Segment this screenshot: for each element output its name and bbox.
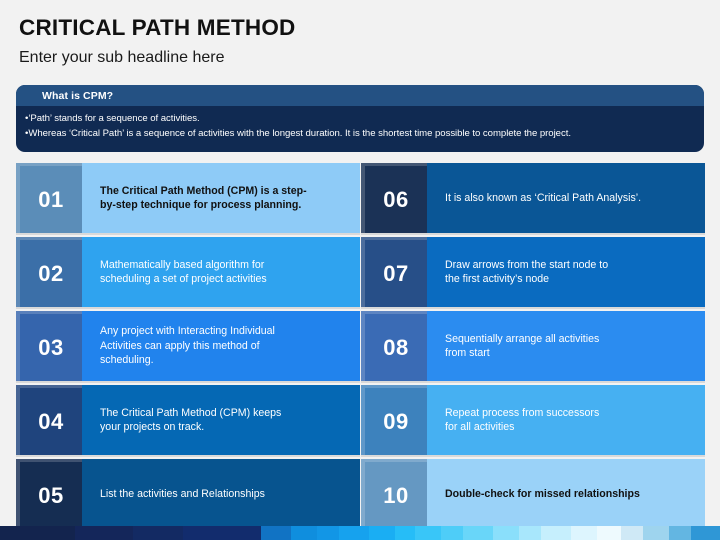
bottom-bar-segment-5 — [261, 526, 291, 540]
page-title: CRITICAL PATH METHOD — [19, 15, 296, 40]
step-number-badge: 01 — [16, 163, 82, 233]
step-number-badge: 10 — [361, 459, 427, 529]
banner-bullet-1: ‘Path’ stands for a sequence of activiti… — [25, 112, 694, 127]
steps-column-left: 01 The Critical Path Method (CPM) is a s… — [16, 163, 360, 529]
step-text: List the activities and Relationships — [82, 459, 360, 529]
bottom-bar-segment-12 — [441, 526, 463, 540]
step-number-badge: 05 — [16, 459, 82, 529]
step-card[interactable]: 06 It is also known as ‘Critical Path An… — [361, 163, 705, 233]
banner-body: ‘Path’ stands for a sequence of activiti… — [16, 106, 704, 141]
bottom-bar-segment-3 — [133, 526, 183, 540]
bottom-bar-segment-4 — [183, 526, 261, 540]
step-text: Draw arrows from the start node to the fi… — [427, 237, 705, 307]
bottom-bar-segment-6 — [291, 526, 317, 540]
step-text: Double-check for missed relationships — [427, 459, 705, 529]
what-is-cpm-banner: What is CPM? ‘Path’ stands for a sequenc… — [16, 85, 704, 152]
bottom-bar-segment-1 — [0, 526, 75, 540]
bottom-decorative-bar — [0, 526, 720, 540]
bottom-bar-segment-20 — [643, 526, 669, 540]
step-number-badge: 07 — [361, 237, 427, 307]
step-card[interactable]: 01 The Critical Path Method (CPM) is a s… — [16, 163, 360, 233]
step-number-badge: 08 — [361, 311, 427, 381]
step-text: Repeat process from successors for all ac… — [427, 385, 705, 455]
banner-heading-label: What is CPM? — [42, 89, 114, 102]
bottom-bar-segment-19 — [621, 526, 643, 540]
step-text: Sequentially arrange all activities from … — [427, 311, 705, 381]
bottom-bar-segment-2 — [75, 526, 133, 540]
bottom-bar-segment-9 — [369, 526, 395, 540]
steps-column-right: 06 It is also known as ‘Critical Path An… — [361, 163, 705, 529]
step-card[interactable]: 04 The Critical Path Method (CPM) keeps y… — [16, 385, 360, 455]
bottom-bar-segment-21 — [669, 526, 691, 540]
bottom-bar-segment-17 — [571, 526, 597, 540]
bottom-bar-segment-8 — [339, 526, 369, 540]
step-number-badge: 02 — [16, 237, 82, 307]
step-number-badge: 03 — [16, 311, 82, 381]
step-card[interactable]: 09 Repeat process from successors for all… — [361, 385, 705, 455]
banner-bullet-2: Whereas ‘Critical Path’ is a sequence of… — [25, 127, 694, 142]
step-card[interactable]: 10 Double-check for missed relationships — [361, 459, 705, 529]
step-text: Any project with Interacting Individual A… — [82, 311, 360, 381]
step-card[interactable]: 07 Draw arrows from the start node to the… — [361, 237, 705, 307]
page-subtitle: Enter your sub headline here — [19, 49, 225, 66]
step-card[interactable]: 08 Sequentially arrange all activities fr… — [361, 311, 705, 381]
bottom-bar-segment-7 — [317, 526, 339, 540]
bottom-bar-segment-13 — [463, 526, 493, 540]
bottom-bar-segment-22 — [691, 526, 720, 540]
banner-header: What is CPM? — [16, 85, 704, 106]
bottom-bar-segment-18 — [597, 526, 621, 540]
bottom-bar-segment-14 — [493, 526, 519, 540]
bottom-bar-segment-10 — [395, 526, 415, 540]
bottom-bar-segment-11 — [415, 526, 441, 540]
bottom-bar-segment-15 — [519, 526, 541, 540]
step-text: The Critical Path Method (CPM) keeps your… — [82, 385, 360, 455]
step-text: The Critical Path Method (CPM) is a step… — [82, 163, 360, 233]
bottom-bar-segment-16 — [541, 526, 571, 540]
step-number-badge: 04 — [16, 385, 82, 455]
step-text: It is also known as ‘Critical Path Analy… — [427, 163, 705, 233]
cpm-steps-grid: 01 The Critical Path Method (CPM) is a s… — [0, 163, 720, 529]
step-text: Mathematically based algorithm for schedu… — [82, 237, 360, 307]
step-card[interactable]: 05 List the activities and Relationships — [16, 459, 360, 529]
step-number-badge: 06 — [361, 163, 427, 233]
step-card[interactable]: 02 Mathematically based algorithm for sch… — [16, 237, 360, 307]
step-number-badge: 09 — [361, 385, 427, 455]
step-card[interactable]: 03 Any project with Interacting Individu… — [16, 311, 360, 381]
